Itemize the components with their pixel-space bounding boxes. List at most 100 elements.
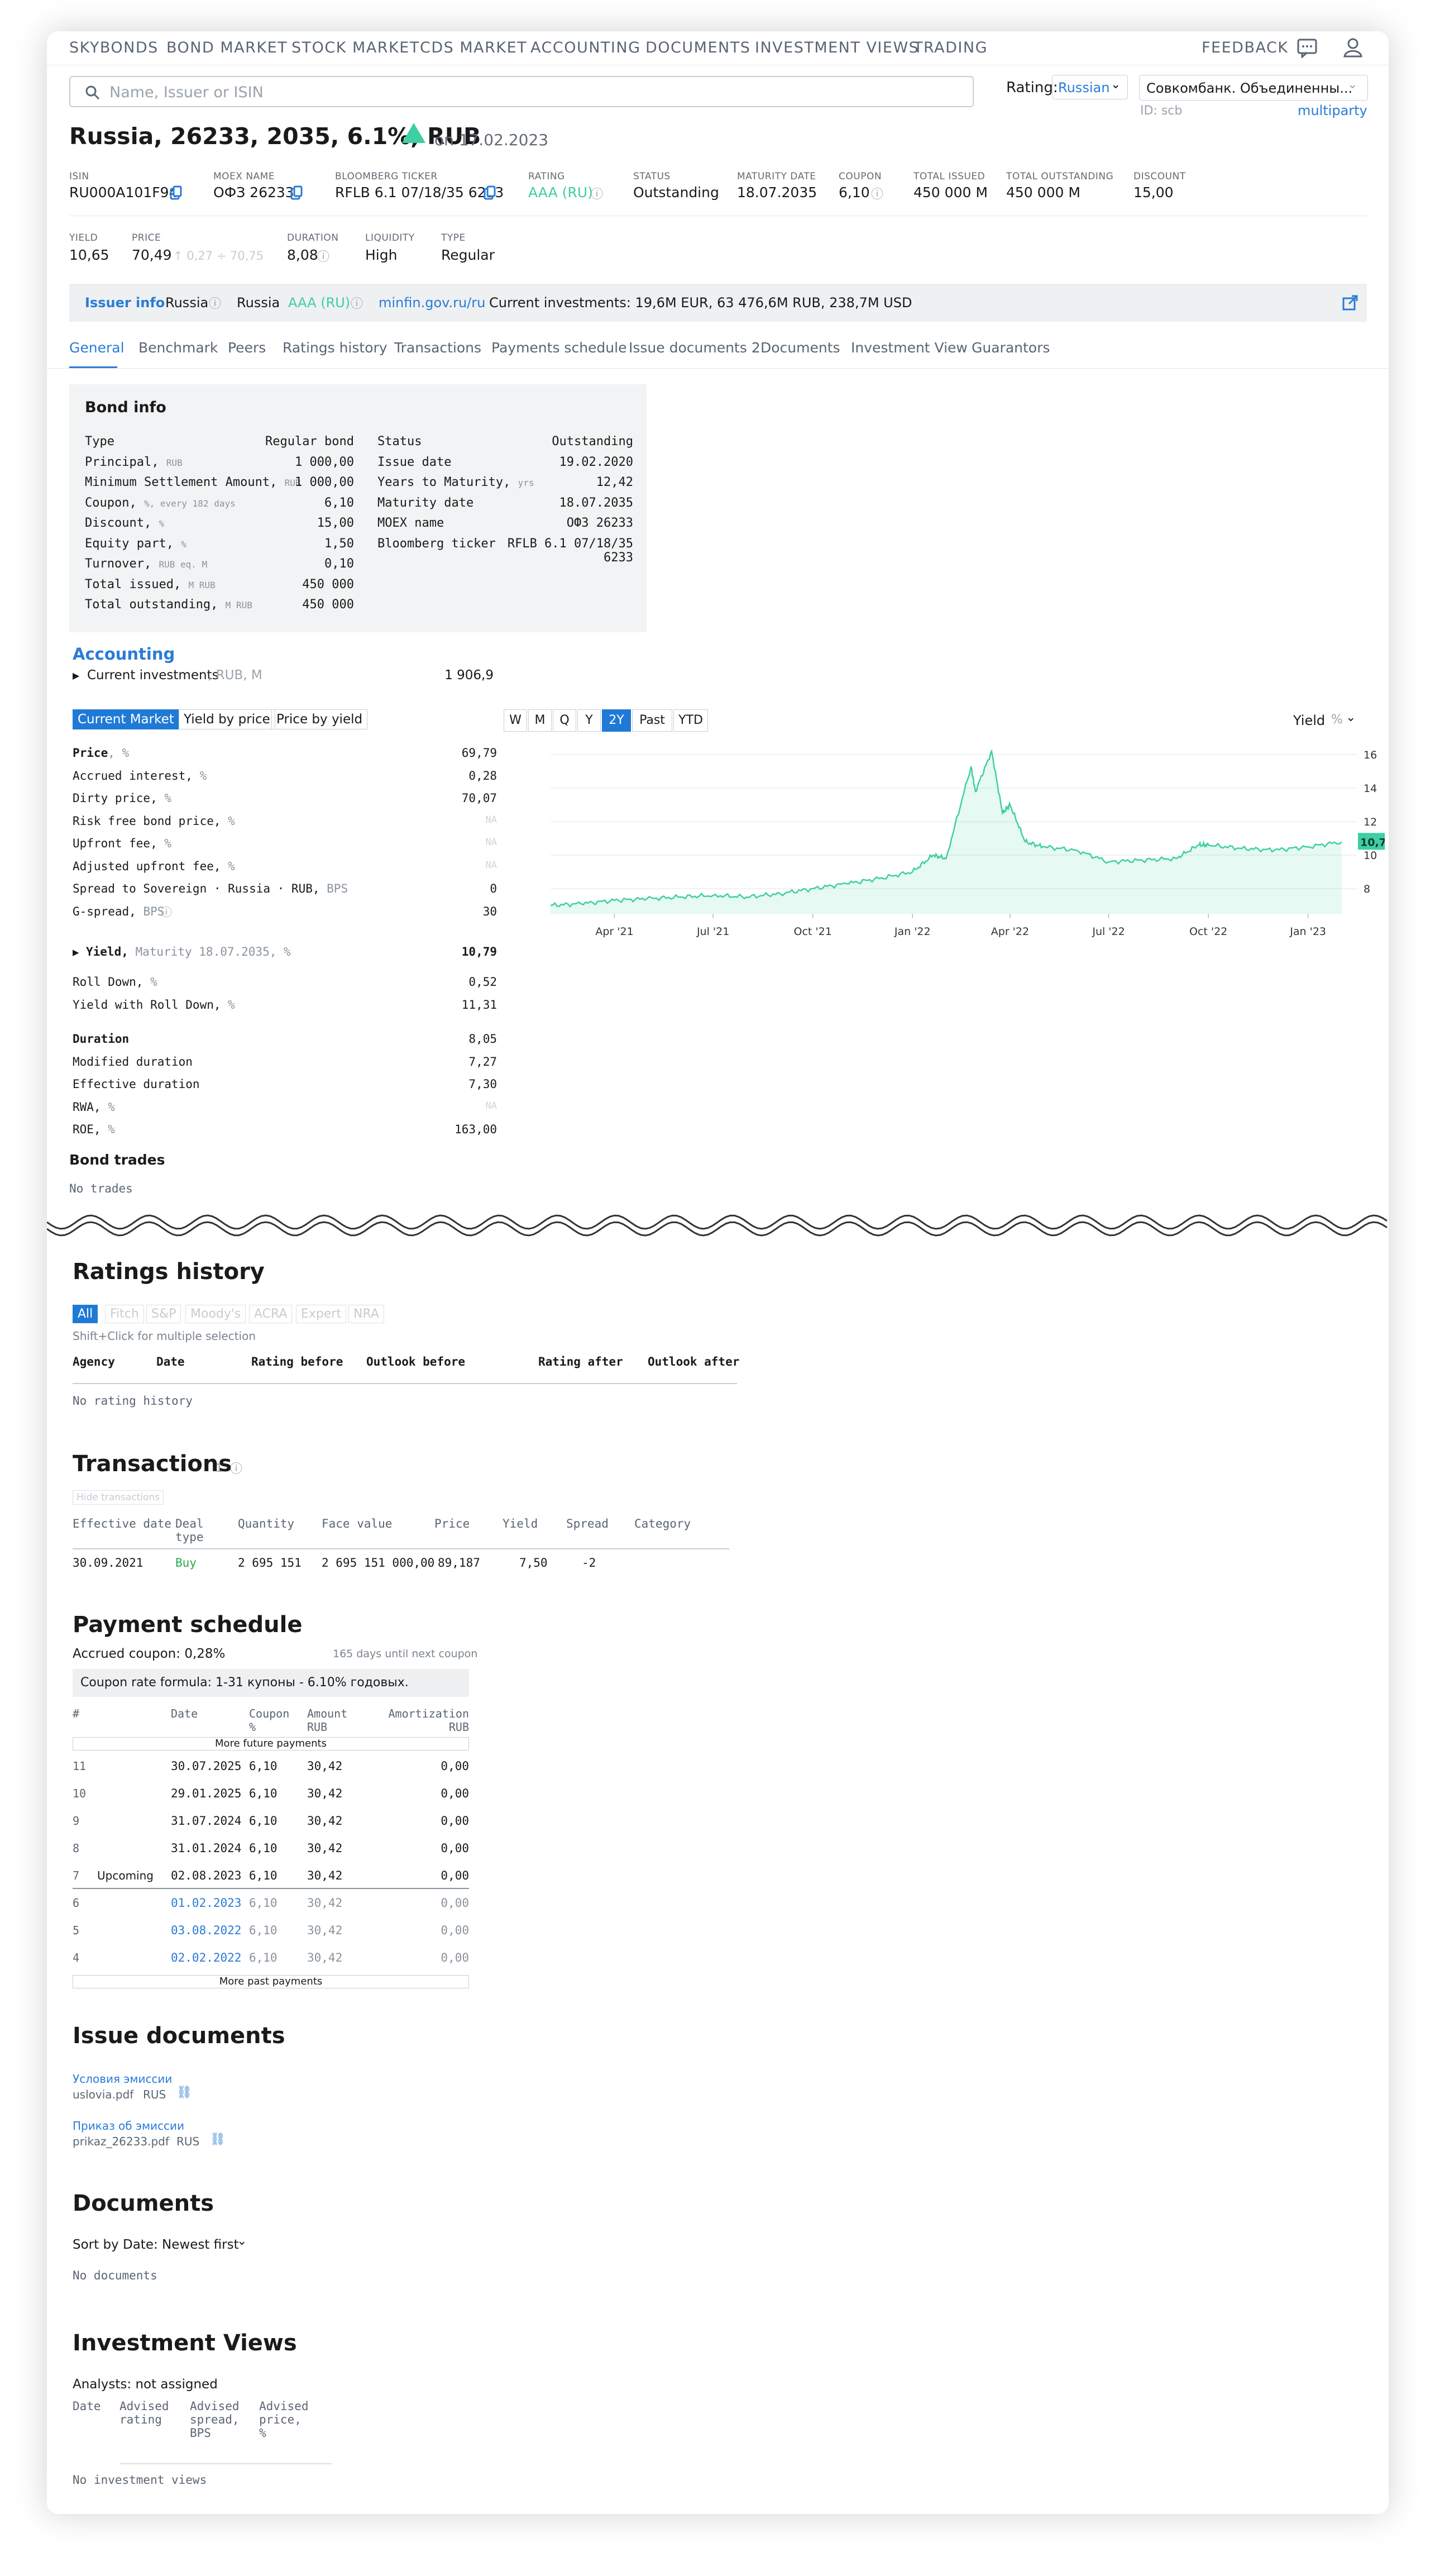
info-icon[interactable]: ⓘ	[209, 294, 221, 312]
nav-stock-market[interactable]: STOCK MARKET	[291, 39, 420, 56]
tab-ratings-history[interactable]: Ratings history	[283, 340, 388, 356]
tab-yield-by-price[interactable]: Yield by price	[179, 709, 275, 729]
info-icon[interactable]: ⓘ	[351, 294, 363, 312]
info-icon[interactable]: ⓘ	[230, 1459, 242, 1477]
issue-doc-link[interactable]: Приказ об эмиссии	[73, 2119, 184, 2133]
copy-icon[interactable]	[484, 185, 496, 200]
transactions-title[interactable]: Transactions	[73, 1451, 232, 1477]
period-button-past[interactable]: Past	[632, 709, 672, 732]
issuer-site-link[interactable]: minfin.gov.ru/ru	[379, 295, 485, 311]
coupon-value: 6,10	[839, 184, 870, 201]
duration-row-value: 8,05	[468, 1032, 497, 1046]
filter-fitch[interactable]: Fitch	[105, 1305, 144, 1323]
tab-benchmark[interactable]: Benchmark	[138, 340, 218, 356]
tab-payments-schedule[interactable]: Payments schedule	[491, 340, 626, 356]
nav-investment-views[interactable]: INVESTMENT VIEWS	[755, 39, 919, 56]
filter-all[interactable]: All	[73, 1305, 98, 1323]
nav-trading[interactable]: TRADING	[913, 39, 988, 56]
top-nav: SKYBONDS BOND MARKET STOCK MARKET CDS MA…	[47, 31, 1389, 65]
user-icon[interactable]	[1342, 37, 1364, 58]
filter-sp[interactable]: S&P	[146, 1305, 181, 1323]
nav-skybonds[interactable]: SKYBONDS	[69, 39, 159, 56]
tab-guarantors[interactable]: Guarantors	[972, 340, 1050, 356]
tab-current-market[interactable]: Current Market	[73, 709, 179, 729]
tab-general[interactable]: General	[69, 340, 125, 356]
duration-row-unit: %	[101, 1123, 115, 1136]
info-icon[interactable]: ⓘ	[871, 184, 883, 202]
filter-nra[interactable]: NRA	[348, 1305, 384, 1323]
bond-trades-title: Bond trades	[69, 1152, 165, 1168]
chevron-down-icon[interactable]: ⌄	[1346, 710, 1356, 724]
market-row-value: 70,07	[461, 791, 497, 805]
price-label: PRICE	[132, 232, 161, 244]
more-future-payments-button[interactable]: More future payments	[73, 1737, 469, 1750]
pay-col-3: Amount RUB	[307, 1707, 348, 1734]
duration-row-unit: %	[101, 1100, 115, 1114]
tab-price-by-yield[interactable]: Price by yield	[271, 709, 368, 729]
caret-right-icon[interactable]: ▶	[73, 670, 79, 681]
search-icon	[85, 85, 100, 100]
info-icon[interactable]: ⓘ	[591, 184, 603, 202]
period-button-y[interactable]: Y	[577, 709, 601, 732]
bond-date: on 17.02.2023	[434, 131, 549, 149]
hide-transactions-button[interactable]: Hide transactions	[73, 1490, 164, 1505]
type-value: Regular	[441, 247, 495, 263]
rating-select[interactable]: Russian ⌄	[1052, 75, 1128, 99]
pay-row-date[interactable]: 01.02.2023	[171, 1896, 241, 1910]
accounting-title[interactable]: Accounting	[73, 645, 175, 664]
period-button-m[interactable]: M	[528, 709, 552, 732]
tab-peers[interactable]: Peers	[228, 340, 266, 356]
nav-cds-market[interactable]: CDS MARKET	[420, 39, 527, 56]
bond-info-value: 18.07.2035	[559, 495, 633, 510]
discount-label: DISCOUNT	[1133, 171, 1186, 182]
multiparty-link[interactable]: multiparty	[1298, 103, 1367, 118]
nav-feedback[interactable]: FEEDBACK	[1202, 39, 1289, 56]
company-select[interactable]: Совкомбанк. Объединенны... ⌄	[1139, 75, 1368, 101]
caret-right-icon[interactable]: ▶	[73, 947, 79, 957]
search-input[interactable]: Name, Issuer or ISIN	[69, 76, 974, 107]
period-button-w[interactable]: W	[504, 709, 527, 732]
tab-issue-documents[interactable]: Issue documents 2	[629, 340, 760, 356]
filter-moodys[interactable]: Moody's	[185, 1305, 246, 1323]
isin-label: ISIN	[69, 171, 89, 182]
period-button-q[interactable]: Q	[553, 709, 576, 732]
x-tick-label: Oct '21	[794, 926, 832, 938]
liquidity-label: LIQUIDITY	[365, 232, 415, 244]
link-icon[interactable]: ⛓	[210, 2133, 226, 2146]
bond-info-value: ОФЗ 26233	[566, 516, 633, 530]
sort-select[interactable]: Date: Newest first	[123, 2238, 239, 2252]
nav-documents[interactable]: DOCUMENTS	[645, 39, 750, 56]
tab-investment-view[interactable]: Investment View	[851, 340, 968, 356]
triangle-up-icon	[402, 123, 425, 143]
yield-chart[interactable]: 16 14 12 10 8 10,79 Apr '21 Jul '21 Oct '21 Jan '…	[503, 736, 1385, 971]
yield-label: YIELD	[69, 232, 98, 244]
period-button-2y[interactable]: 2Y	[602, 709, 631, 732]
info-icon[interactable]: ⓘ	[161, 903, 172, 919]
pay-row-coupon: 6,10	[249, 1924, 278, 1937]
filter-expert[interactable]: Expert	[296, 1305, 347, 1323]
pay-row-amount: 30,42	[307, 1869, 343, 1882]
chat-icon[interactable]	[1297, 38, 1318, 58]
chart-metric-select[interactable]: Yield	[1293, 713, 1325, 728]
pay-row-date[interactable]: 02.02.2022	[171, 1951, 241, 1964]
info-icon[interactable]: ⓘ	[317, 247, 329, 265]
more-past-payments-button[interactable]: More past payments	[73, 1975, 469, 1988]
type-label: TYPE	[441, 232, 466, 244]
issue-doc-link[interactable]: Условия эмиссии	[73, 2072, 172, 2086]
pay-row-coupon: 6,10	[249, 1869, 278, 1882]
nav-accounting[interactable]: ACCOUNTING	[530, 39, 641, 56]
col-iv-rating: Advised rating	[119, 2400, 169, 2426]
copy-icon[interactable]	[170, 185, 182, 200]
tab-documents[interactable]: Documents	[760, 340, 840, 356]
bond-info-value: 450 000	[302, 577, 354, 591]
copy-icon[interactable]	[290, 185, 303, 200]
pay-row-date[interactable]: 03.08.2022	[171, 1924, 241, 1937]
link-icon[interactable]: ⛓	[176, 2086, 192, 2100]
chevron-down-icon[interactable]: ⌄	[237, 2234, 247, 2248]
period-button-ytd[interactable]: YTD	[673, 709, 708, 732]
external-link-icon[interactable]	[1342, 295, 1358, 311]
tab-transactions[interactable]: Transactions	[394, 340, 481, 356]
nav-bond-market[interactable]: BOND MARKET	[166, 39, 288, 56]
filter-acra[interactable]: ACRA	[249, 1305, 293, 1323]
issuer-info-label[interactable]: Issuer info	[85, 295, 165, 311]
